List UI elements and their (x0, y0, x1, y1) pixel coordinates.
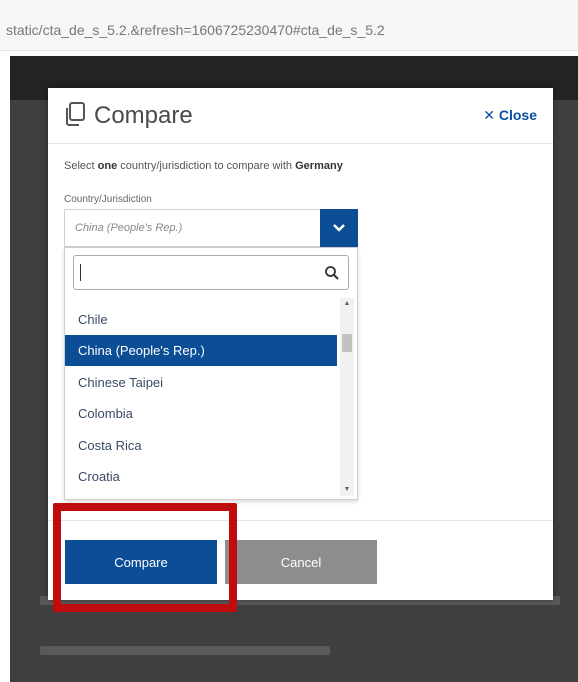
scroll-thumb[interactable] (342, 334, 352, 352)
dropdown-item[interactable]: Colombia (65, 398, 337, 429)
scroll-up-arrow[interactable]: ▲ (340, 298, 354, 310)
url-text[interactable]: static/cta_de_s_5.2.&refresh=16067252304… (6, 22, 385, 38)
dropdown-search-input[interactable] (73, 255, 349, 290)
modal-header: Compare ✕ Close (48, 88, 553, 144)
close-x-icon: ✕ (483, 107, 495, 123)
country-dropdown: – – – – Chile China (People's Rep.) Chin… (64, 247, 358, 500)
bg-text-line (40, 646, 330, 655)
cancel-button[interactable]: Cancel (225, 540, 377, 584)
country-field-label: Country/Jurisdiction (64, 194, 152, 205)
modal-title: Compare (94, 102, 193, 129)
close-button[interactable]: ✕ Close (483, 107, 537, 124)
dropdown-list: – – – – Chile China (People's Rep.) Chin… (65, 298, 337, 496)
dropdown-scrollbar[interactable]: ▲ ▼ (340, 298, 354, 496)
chevron-down-icon (333, 224, 345, 232)
instruction-country: Germany (295, 160, 343, 172)
browser-url-bar[interactable]: static/cta_de_s_5.2.&refresh=16067252304… (0, 0, 578, 51)
dropdown-item[interactable]: Costa Rica (65, 430, 337, 461)
scroll-down-arrow[interactable]: ▼ (340, 484, 354, 496)
copy-icon (66, 102, 85, 126)
instruction-bold: one (97, 160, 118, 172)
instruction-middle: country/jurisdiction to compare with (117, 160, 296, 172)
annotation-highlight-box (53, 503, 237, 612)
dropdown-item[interactable]: Chile (65, 304, 337, 335)
instruction-prefix: Select (64, 160, 98, 172)
close-label: Close (498, 107, 537, 123)
dropdown-item-selected[interactable]: China (People's Rep.) (65, 335, 337, 366)
search-icon (325, 266, 339, 280)
instruction-text: Select one country/jurisdiction to compa… (64, 160, 343, 172)
dropdown-item[interactable]: Chinese Taipei (65, 367, 337, 398)
country-select-value[interactable]: China (People's Rep.) (75, 222, 182, 234)
dropdown-item[interactable]: Croatia (65, 461, 337, 492)
select-toggle-button[interactable] (320, 209, 358, 247)
text-caret (80, 264, 81, 281)
country-select[interactable]: China (People's Rep.) (64, 209, 358, 247)
